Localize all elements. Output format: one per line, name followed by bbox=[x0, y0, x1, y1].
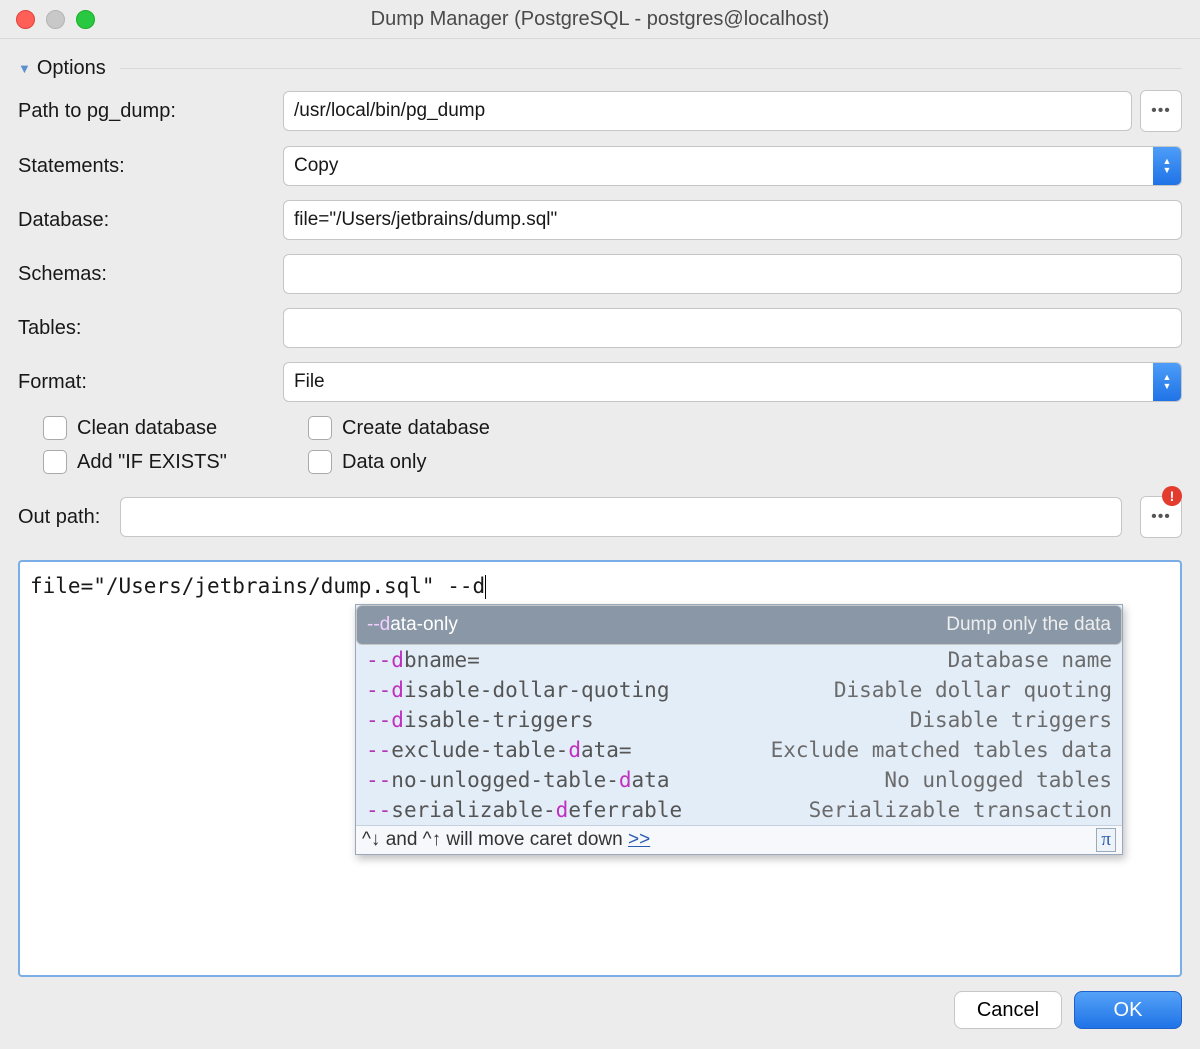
options-header[interactable]: ▼ Options bbox=[18, 57, 1182, 80]
dialog-body: ▼ Options Path to pg_dump: ••• Statement… bbox=[0, 39, 1200, 977]
statements-value[interactable] bbox=[283, 146, 1182, 186]
minimize-icon bbox=[46, 10, 65, 29]
outpath-row: Out path: ••• ! bbox=[18, 496, 1182, 538]
error-badge-icon: ! bbox=[1162, 486, 1182, 506]
checkbox-icon bbox=[43, 416, 67, 440]
chevron-updown-icon: ▲▼ bbox=[1153, 363, 1181, 401]
hint-link[interactable]: >> bbox=[628, 829, 650, 850]
completion-item[interactable]: --disable-triggersDisable triggers bbox=[356, 705, 1122, 735]
completion-item[interactable]: --no-unlogged-table-dataNo unlogged tabl… bbox=[356, 765, 1122, 795]
format-value[interactable] bbox=[283, 362, 1182, 402]
command-text: file="/Users/jetbrains/dump.sql" --d bbox=[30, 574, 485, 598]
completion-item[interactable]: --disable-dollar-quotingDisable dollar q… bbox=[356, 675, 1122, 705]
data-only-checkbox[interactable]: Data only bbox=[308, 450, 1182, 474]
statements-label: Statements: bbox=[18, 155, 283, 178]
window-title: Dump Manager (PostgreSQL - postgres@loca… bbox=[0, 8, 1200, 31]
if-exists-checkbox[interactable]: Add "IF EXISTS" bbox=[43, 450, 308, 474]
zoom-icon[interactable] bbox=[76, 10, 95, 29]
window-controls bbox=[16, 10, 95, 29]
completion-footer: ^↓ and ^↑ will move caret down >> π bbox=[356, 825, 1122, 854]
options-form: Path to pg_dump: ••• Statements: ▲▼ Data… bbox=[18, 90, 1182, 474]
checkbox-grid: Clean database Create database Add "IF E… bbox=[18, 416, 1182, 474]
data-only-label: Data only bbox=[342, 451, 427, 474]
schemas-input[interactable] bbox=[283, 254, 1182, 294]
schemas-label: Schemas: bbox=[18, 263, 283, 286]
close-icon[interactable] bbox=[16, 10, 35, 29]
divider bbox=[120, 68, 1182, 69]
dialog-footer: Cancel OK bbox=[0, 977, 1200, 1049]
clean-db-label: Clean database bbox=[77, 417, 217, 440]
outpath-input[interactable] bbox=[120, 497, 1122, 537]
completion-hint: ^↓ and ^↑ will move caret down >> bbox=[362, 829, 650, 851]
options-title: Options bbox=[37, 57, 106, 80]
completion-item[interactable]: --serializable-deferrableSerializable tr… bbox=[356, 795, 1122, 825]
create-db-checkbox[interactable]: Create database bbox=[308, 416, 1182, 440]
outpath-label: Out path: bbox=[18, 506, 110, 529]
ok-button[interactable]: OK bbox=[1074, 991, 1182, 1029]
database-label: Database: bbox=[18, 209, 283, 232]
checkbox-icon bbox=[43, 450, 67, 474]
completion-item[interactable]: --exclude-table-data=Exclude matched tab… bbox=[356, 735, 1122, 765]
tables-input[interactable] bbox=[283, 308, 1182, 348]
completion-popup: --data-onlyDump only the data--dbname=Da… bbox=[355, 604, 1123, 855]
chevron-updown-icon: ▲▼ bbox=[1153, 147, 1181, 185]
path-label: Path to pg_dump: bbox=[18, 100, 283, 123]
path-input[interactable] bbox=[283, 91, 1132, 131]
clean-db-checkbox[interactable]: Clean database bbox=[43, 416, 308, 440]
pi-icon[interactable]: π bbox=[1096, 828, 1116, 852]
database-input[interactable] bbox=[283, 200, 1182, 240]
dialog-window: Dump Manager (PostgreSQL - postgres@loca… bbox=[0, 0, 1200, 1049]
text-cursor bbox=[485, 575, 486, 599]
statements-select[interactable]: ▲▼ bbox=[283, 146, 1182, 186]
format-label: Format: bbox=[18, 371, 283, 394]
cancel-button[interactable]: Cancel bbox=[954, 991, 1062, 1029]
checkbox-icon bbox=[308, 416, 332, 440]
checkbox-icon bbox=[308, 450, 332, 474]
create-db-label: Create database bbox=[342, 417, 490, 440]
disclosure-triangle-icon[interactable]: ▼ bbox=[18, 61, 31, 76]
completion-item[interactable]: --data-onlyDump only the data bbox=[356, 605, 1122, 645]
format-select[interactable]: ▲▼ bbox=[283, 362, 1182, 402]
completion-item[interactable]: --dbname=Database name bbox=[356, 645, 1122, 675]
if-exists-label: Add "IF EXISTS" bbox=[77, 451, 227, 474]
titlebar: Dump Manager (PostgreSQL - postgres@loca… bbox=[0, 0, 1200, 39]
tables-label: Tables: bbox=[18, 317, 283, 340]
command-line-area[interactable]: file="/Users/jetbrains/dump.sql" --d --d… bbox=[18, 560, 1182, 977]
browse-path-button[interactable]: ••• bbox=[1140, 90, 1182, 132]
